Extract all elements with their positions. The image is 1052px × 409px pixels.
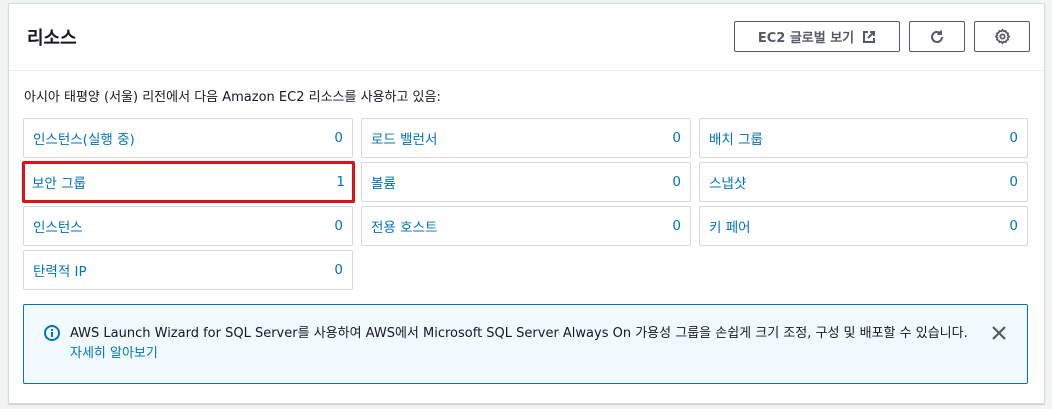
learn-more-link[interactable]: 자세히 알아보기 [70,346,158,361]
tile-count: 0 [672,174,681,190]
refresh-icon [929,29,945,45]
tile-count: 0 [1009,218,1018,234]
tile-count: 0 [672,130,681,146]
tile-instances[interactable]: 인스턴스 0 [23,206,353,246]
tile-volumes[interactable]: 볼륨 0 [361,162,691,202]
tile-count: 0 [334,130,343,146]
tile-instances-running[interactable]: 인스턴스(실행 중) 0 [23,118,353,158]
alert-message: AWS Launch Wizard for SQL Server를 사용하여 A… [70,326,968,341]
tile-count: 1 [336,174,345,190]
refresh-button[interactable] [909,21,965,52]
external-link-icon [862,30,876,44]
resources-panel: 리소스 EC2 글로벌 보기 아시아 태평양 (서울) 리전에서 다음 Amaz… [8,3,1045,404]
info-alert: AWS Launch Wizard for SQL Server를 사용하여 A… [23,304,1028,384]
tile-key-pairs[interactable]: 키 페어 0 [699,206,1028,246]
alert-close-button[interactable] [989,324,1009,344]
tile-security-groups[interactable]: 보안 그룹 1 [22,161,355,203]
tile-count: 0 [672,218,681,234]
tile-count: 0 [334,262,343,278]
tile-label: 전용 호스트 [371,220,438,236]
panel-title: 리소스 [27,28,77,49]
settings-button[interactable] [974,21,1030,52]
ec2-global-view-label: EC2 글로벌 보기 [757,31,855,46]
panel-header: 리소스 EC2 글로벌 보기 [9,4,1044,71]
tile-dedicated-hosts[interactable]: 전용 호스트 0 [361,206,691,246]
intro-text: 아시아 태평양 (서울) 리전에서 다음 Amazon EC2 리소스를 사용하… [24,90,441,105]
ec2-global-view-button[interactable]: EC2 글로벌 보기 [734,21,900,52]
tile-label: 키 페어 [709,220,751,236]
tile-label: 인스턴스 [33,220,83,236]
tile-label: 보안 그룹 [32,176,86,192]
tile-load-balancers[interactable]: 로드 밸런서 0 [361,118,691,158]
close-icon [992,325,1006,344]
tile-label: 배치 그룹 [709,132,763,148]
tile-label: 로드 밸런서 [371,132,438,148]
tile-placement-groups[interactable]: 배치 그룹 0 [699,118,1028,158]
info-icon [44,325,60,345]
tile-label: 스냅샷 [709,176,747,192]
tile-label: 탄력적 IP [33,264,87,280]
tile-label: 인스턴스(실행 중) [33,132,135,148]
alert-text: AWS Launch Wizard for SQL Server를 사용하여 A… [70,324,980,364]
tile-snapshots[interactable]: 스냅샷 0 [699,162,1028,202]
tile-count: 0 [334,218,343,234]
tile-count: 0 [1009,130,1018,146]
tile-elastic-ips[interactable]: 탄력적 IP 0 [23,250,353,290]
tile-count: 0 [1009,174,1018,190]
settings-icon [994,28,1011,45]
tile-label: 볼륨 [371,176,396,192]
